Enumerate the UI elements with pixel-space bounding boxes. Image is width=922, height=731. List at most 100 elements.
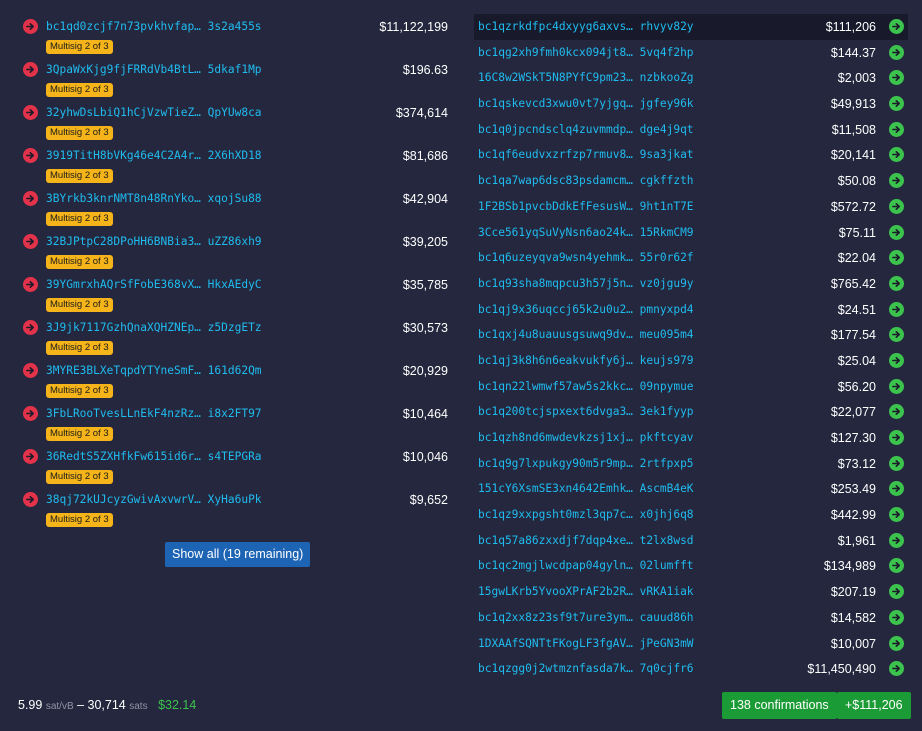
output-address-link[interactable]: 1DXAAfSQNTtFKogLF3fgAV… jPeGN3mW (478, 637, 818, 650)
input-arrow-icon[interactable] (23, 277, 38, 292)
output-amount: $24.51 (837, 302, 876, 317)
output-address-link[interactable]: bc1qzrkdfpc4dxyyg6axvs… rhvyv82y (478, 20, 818, 33)
output-address-link[interactable]: bc1qzgg0j2wtmznfasda7k… 7q0cjfr6 (478, 662, 818, 675)
output-arrow-icon[interactable] (889, 455, 904, 471)
input-amount: $35,785 (402, 278, 448, 292)
output-arrow-icon[interactable] (889, 198, 904, 214)
output-address-link[interactable]: bc1qxj4u8uauusgsuwq9dv… meu095m4 (478, 328, 818, 341)
show-all-button[interactable]: Show all (19 remaining) (165, 542, 311, 567)
total-amount-button[interactable]: +$111,206 (837, 692, 911, 719)
output-address-link[interactable]: bc1qz9xxpgsht0mzl3qp7c… x0jhj6q8 (478, 508, 818, 521)
output-amount: $20,141 (830, 148, 876, 163)
output-address-link[interactable]: bc1qj9x36uqccj65k2u0u2… pmnyxpd4 (478, 303, 818, 316)
output-arrow-icon[interactable] (889, 635, 904, 651)
input-amount: $374,614 (395, 106, 448, 120)
output-address-link[interactable]: bc1qskevcd3xwu0vt7yjgq… jgfey96k (478, 97, 818, 110)
output-arrow-icon[interactable] (889, 532, 904, 548)
output-arrow-icon[interactable] (889, 173, 904, 189)
input-address-link[interactable]: 36RedtS5ZXHfkFw615id6r… s4TEPGRa (46, 450, 396, 463)
output-address-link[interactable]: 1F2BSb1pvcbDdkEfFesusW… 9ht1nT7E (478, 200, 818, 213)
output-address-link[interactable]: bc1qzh8nd6mwdevkzsj1xj… pkftcyav (478, 431, 818, 444)
input-address-link[interactable]: 3BYrkb3knrNMT8n48RnYko… xqojSu88 (46, 192, 396, 205)
output-row: bc1qz9xxpgsht0mzl3qp7c… x0jhj6q8 $442.99 (474, 502, 908, 528)
output-arrow-icon[interactable] (889, 96, 904, 112)
input-address-link[interactable]: 3J9jk7117GzhQnaXQHZNEp… z5DzgETz (46, 321, 396, 334)
output-arrow-icon[interactable] (889, 44, 904, 60)
output-arrow-icon[interactable] (889, 19, 904, 34)
output-arrow-icon[interactable] (889, 250, 904, 266)
output-arrow-icon[interactable] (889, 507, 904, 523)
output-arrow-icon[interactable] (889, 301, 904, 317)
output-address-link[interactable]: bc1qj3k8h6n6eakvukfy6j… keujs979 (478, 354, 818, 367)
input-arrow-icon[interactable] (23, 492, 38, 507)
output-address-link[interactable]: bc1qa7wap6dsc83psdamcm… cgkffzth (478, 174, 818, 187)
output-address-link[interactable]: bc1qf6eudvxzrfzp7rmuv8… 9sa3jkat (478, 148, 818, 161)
input-amount: $10,464 (402, 407, 448, 421)
input-address-link[interactable]: bc1qd0zcjf7n73pvkhvfap… 3s2a455s (46, 20, 396, 33)
multisig-badge: Multisig 2 of 3 (46, 513, 113, 527)
input-arrow-icon[interactable] (23, 406, 38, 421)
input-arrow-icon[interactable] (23, 234, 38, 249)
output-arrow-icon[interactable] (889, 430, 904, 445)
output-address-link[interactable]: 15gwLKrb5YvooXPrAF2b2R… vRKA1iak (478, 585, 818, 598)
input-address-link[interactable]: 3919TitH8bVKg46e4C2A4r… 2X6hXD18 (46, 149, 396, 162)
output-arrow-icon[interactable] (889, 121, 904, 137)
input-address-link[interactable]: 3QpaWxKjg9fjFRRdVb4BtL… 5dkaf1Mp (46, 63, 396, 76)
output-arrow-icon[interactable] (889, 558, 904, 574)
input-row: 39YGmrxhAQrSfFobE368vX… HkxAEdyC $35,785 M… (18, 272, 450, 315)
output-row: 1F2BSb1pvcbDdkEfFesusW… 9ht1nT7E $572.72 (474, 194, 908, 220)
fee-rate-unit: sat/vB (45, 701, 74, 712)
output-arrow-icon[interactable] (889, 275, 904, 291)
output-address-link[interactable]: bc1q6uzeyqva9wsn4yehmk… 55r0r62f (478, 251, 818, 264)
output-arrow-icon[interactable] (889, 609, 904, 625)
input-arrow-icon[interactable] (23, 363, 38, 378)
input-arrow-icon[interactable] (23, 148, 38, 163)
input-amount: $20,929 (402, 364, 448, 378)
output-address-link[interactable]: 3Cce561yqSuVyNsn6ao24k… 15RkmCM9 (478, 226, 818, 239)
output-address-link[interactable]: bc1q93sha8mqpcu3h57j5n… vz0jgu9y (478, 277, 818, 290)
input-address-link[interactable]: 3FbLRooTvesLLnEkF4nzRz… i8x2FT97 (46, 407, 396, 420)
output-address-link[interactable]: 16C8w2WSkT5N8PYfC9pm23… nzbkooZg (478, 71, 818, 84)
confirmations-button[interactable]: 138 confirmations (722, 692, 837, 719)
output-address-link[interactable]: bc1q0jpcndsclq4zuvmmdp… dge4j9qt (478, 123, 818, 136)
multisig-badge: Multisig 2 of 3 (46, 212, 113, 226)
output-address-link[interactable]: bc1q200tcjspxext6dvga3… 3ek1fyyp (478, 405, 818, 418)
input-arrow-icon[interactable] (23, 449, 38, 464)
output-arrow-icon[interactable] (889, 481, 904, 497)
output-address-link[interactable]: bc1q9g7lxpukgy90m5r9mp… 2rtfpxp5 (478, 457, 818, 470)
input-address-link[interactable]: 38qj72kUJcyzGwivAxvwrV… XyHa6uPk (46, 493, 396, 506)
fee-sats-unit: sats (129, 701, 148, 712)
output-address-link[interactable]: 151cY6XsmSE3xn4642Emhk… AscmB4eK (478, 482, 818, 495)
output-address-link[interactable]: bc1q2xx8z23sf9t7ure3ym… cauud86h (478, 611, 818, 624)
output-arrow-icon[interactable] (889, 352, 904, 368)
input-arrow-icon[interactable] (23, 105, 38, 120)
input-row: 3MYRE3BLXeTqpdYTYneSmF… 161d62Qm $20,929 M… (18, 358, 450, 401)
output-arrow-icon[interactable] (889, 147, 904, 163)
output-address-link[interactable]: bc1q57a86zxxdjf7dqp4xe… t2lx8wsd (478, 534, 818, 547)
input-amount: $10,046 (402, 450, 448, 464)
output-address-link[interactable]: bc1qn22lwmwf57aw5s2kkc… 09npymue (478, 380, 818, 393)
input-arrow-icon[interactable] (23, 320, 38, 335)
output-arrow-icon[interactable] (889, 70, 904, 86)
input-row: 38qj72kUJcyzGwivAxvwrV… XyHa6uPk $9,652 Mu… (18, 487, 450, 530)
output-arrow-icon[interactable] (889, 378, 904, 394)
output-arrow-icon[interactable] (889, 584, 904, 600)
output-arrow-icon[interactable] (889, 661, 904, 677)
output-row: bc1q6uzeyqva9wsn4yehmk… 55r0r62f $22.04 (474, 245, 908, 271)
output-arrow-icon[interactable] (889, 404, 904, 420)
output-address-link[interactable]: bc1qc2mgjlwcdpap04gyln… 02lumfft (478, 559, 818, 572)
input-arrow-icon[interactable] (23, 19, 38, 34)
output-arrow-icon[interactable] (889, 224, 904, 240)
input-arrow-icon[interactable] (23, 191, 38, 206)
input-address-link[interactable]: 3MYRE3BLXeTqpdYTYneSmF… 161d62Qm (46, 364, 396, 377)
input-arrow-icon[interactable] (23, 62, 38, 77)
input-address-link[interactable]: 39YGmrxhAQrSfFobE368vX… HkxAEdyC (46, 278, 396, 291)
output-amount: $177.54 (830, 328, 876, 343)
output-amount: $49,913 (830, 97, 876, 112)
input-address-link[interactable]: 32BJPtpC28DPoHH6BNBia3… uZZ86xh9 (46, 235, 396, 248)
output-amount: $144.37 (830, 45, 876, 60)
output-amount: $207.19 (830, 585, 876, 600)
output-arrow-icon[interactable] (889, 327, 904, 343)
output-address-link[interactable]: bc1qg2xh9fmh0kcx094jt8… 5vq4f2hp (478, 46, 818, 59)
input-address-link[interactable]: 32yhwDsLbiQ1hCjVzwTieZ… QpYUw8ca (46, 106, 396, 119)
